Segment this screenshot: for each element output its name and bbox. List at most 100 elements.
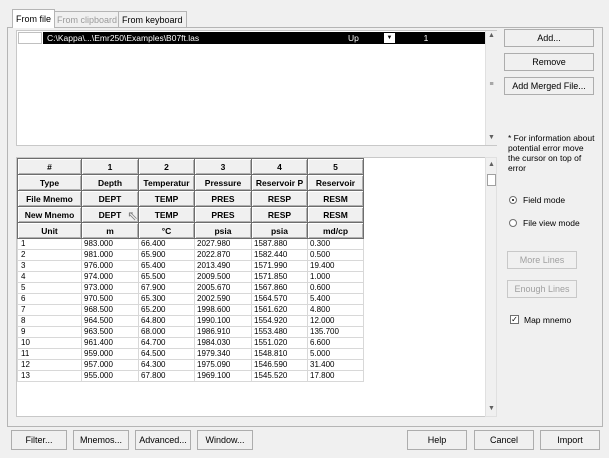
- column-type-cell[interactable]: Depth: [81, 174, 139, 191]
- table-cell[interactable]: 974.000: [81, 271, 139, 283]
- table-cell[interactable]: 0.600: [307, 282, 364, 294]
- table-row[interactable]: 4 974.000 65.500 2009.500 1571.850 1.000: [17, 271, 364, 283]
- scroll-up-icon[interactable]: ▲: [486, 32, 497, 39]
- table-cell[interactable]: 968.500: [81, 304, 139, 316]
- table-cell[interactable]: 5.400: [307, 293, 364, 305]
- table-cell[interactable]: 1561.620: [251, 304, 308, 316]
- table-cell[interactable]: 970.500: [81, 293, 139, 305]
- column-type-cell[interactable]: Temperatur: [138, 174, 195, 191]
- scroll-down-icon[interactable]: ▼: [486, 405, 497, 412]
- table-cell[interactable]: 2009.500: [194, 271, 252, 283]
- column-unit-cell[interactable]: psia: [251, 222, 308, 239]
- table-cell[interactable]: 66.400: [138, 238, 195, 250]
- table-cell[interactable]: 1990.100: [194, 315, 252, 327]
- table-cell[interactable]: 976.000: [81, 260, 139, 272]
- table-cell[interactable]: 1554.920: [251, 315, 308, 327]
- field-mode-radio[interactable]: [509, 196, 517, 204]
- column-file-mnemo-cell[interactable]: DEPT: [81, 190, 139, 207]
- table-row[interactable]: 2 981.000 65.900 2022.870 1582.440 0.500: [17, 249, 364, 261]
- column-unit-cell[interactable]: °C: [138, 222, 195, 239]
- table-cell[interactable]: 135.700: [307, 326, 364, 338]
- map-mnemo-checkbox[interactable]: ✓: [510, 315, 519, 324]
- more-lines-button[interactable]: More Lines: [507, 251, 577, 269]
- data-grid[interactable]: #1 2 3 4 5 Type Depth Temperatur Pressure Reservo…: [17, 158, 364, 382]
- table-cell[interactable]: 959.000: [81, 348, 139, 360]
- table-row[interactable]: 6 970.500 65.300 2002.590 1564.570 5.400: [17, 293, 364, 305]
- table-cell[interactable]: 1551.020: [251, 337, 308, 349]
- tab-from-clipboard[interactable]: From clipboard: [53, 11, 122, 27]
- table-cell[interactable]: 973.000: [81, 282, 139, 294]
- remove-button[interactable]: Remove: [504, 53, 594, 71]
- column-new-mnemo-cell[interactable]: RESP: [251, 206, 308, 223]
- table-cell[interactable]: 65.500: [138, 271, 195, 283]
- table-cell[interactable]: 983.000: [81, 238, 139, 250]
- column-file-mnemo-cell[interactable]: PRES: [194, 190, 252, 207]
- column-file-mnemo-cell[interactable]: TEMP: [138, 190, 195, 207]
- table-cell[interactable]: 65.200: [138, 304, 195, 316]
- file-list[interactable]: C:\Kappa\...\Emr250\Examples\B07ft.las U…: [16, 30, 497, 146]
- table-cell[interactable]: 2005.670: [194, 282, 252, 294]
- file-view-mode-radio[interactable]: [509, 219, 517, 227]
- table-row[interactable]: 10 961.400 64.700 1984.030 1551.020 6.600: [17, 337, 364, 349]
- cancel-button[interactable]: Cancel: [474, 430, 534, 450]
- enough-lines-button[interactable]: Enough Lines: [507, 280, 577, 298]
- scroll-thumb[interactable]: [487, 174, 496, 186]
- column-file-mnemo-cell[interactable]: RESM: [307, 190, 364, 207]
- table-cell[interactable]: 1571.990: [251, 260, 308, 272]
- table-cell[interactable]: 64.300: [138, 359, 195, 371]
- column-new-mnemo-cell[interactable]: RESM: [307, 206, 364, 223]
- dropdown-arrow-icon[interactable]: ▼: [384, 33, 395, 43]
- table-cell[interactable]: 65.400: [138, 260, 195, 272]
- column-unit-cell[interactable]: md/cp: [307, 222, 364, 239]
- table-cell[interactable]: 1969.100: [194, 370, 252, 382]
- table-row[interactable]: 3 976.000 65.400 2013.490 1571.990 19.400: [17, 260, 364, 272]
- table-cell[interactable]: 2013.490: [194, 260, 252, 272]
- table-cell[interactable]: 1571.850: [251, 271, 308, 283]
- table-cell[interactable]: 1.000: [307, 271, 364, 283]
- window-button[interactable]: Window...: [197, 430, 253, 450]
- column-new-mnemo-cell[interactable]: TEMP: [138, 206, 195, 223]
- table-cell[interactable]: 1587.880: [251, 238, 308, 250]
- direction-select[interactable]: Up: [348, 32, 359, 44]
- table-cell[interactable]: 2002.590: [194, 293, 252, 305]
- table-row[interactable]: 1 983.000 66.400 2027.980 1587.880 0.300: [17, 238, 364, 250]
- count-field[interactable]: 1: [398, 32, 454, 44]
- column-type-cell[interactable]: Pressure: [194, 174, 252, 191]
- table-cell[interactable]: 1545.520: [251, 370, 308, 382]
- table-cell[interactable]: 31.400: [307, 359, 364, 371]
- scroll-down-icon[interactable]: ▼: [486, 134, 497, 141]
- table-cell[interactable]: 64.800: [138, 315, 195, 327]
- table-cell[interactable]: 5.000: [307, 348, 364, 360]
- table-cell[interactable]: 981.000: [81, 249, 139, 261]
- table-cell[interactable]: 67.900: [138, 282, 195, 294]
- advanced-button[interactable]: Advanced...: [135, 430, 191, 450]
- add-merged-file-button[interactable]: Add Merged File...: [504, 77, 594, 95]
- table-cell[interactable]: 1548.810: [251, 348, 308, 360]
- file-list-scrollbar[interactable]: ▲ ≡ ▼: [485, 31, 497, 145]
- table-cell[interactable]: 1998.600: [194, 304, 252, 316]
- scroll-up-icon[interactable]: ▲: [486, 161, 497, 168]
- table-row[interactable]: 11 959.000 64.500 1979.340 1548.810 5.000: [17, 348, 364, 360]
- table-cell[interactable]: 955.000: [81, 370, 139, 382]
- table-cell[interactable]: 2022.870: [194, 249, 252, 261]
- tab-from-keyboard[interactable]: From keyboard: [118, 11, 187, 27]
- table-cell[interactable]: 67.800: [138, 370, 195, 382]
- column-type-cell[interactable]: Reservoir: [307, 174, 364, 191]
- table-cell[interactable]: 0.500: [307, 249, 364, 261]
- add-button[interactable]: Add...: [504, 29, 594, 47]
- mnemos-button[interactable]: Mnemos...: [73, 430, 129, 450]
- table-row[interactable]: 9 963.500 68.000 1986.910 1553.480 135.700: [17, 326, 364, 338]
- file-row-selector[interactable]: [18, 32, 42, 44]
- table-cell[interactable]: 1984.030: [194, 337, 252, 349]
- table-cell[interactable]: 19.400: [307, 260, 364, 272]
- column-file-mnemo-cell[interactable]: RESP: [251, 190, 308, 207]
- table-row[interactable]: 12 957.000 64.300 1975.090 1546.590 31.400: [17, 359, 364, 371]
- table-cell[interactable]: 6.600: [307, 337, 364, 349]
- tab-from-file[interactable]: From file: [12, 9, 56, 28]
- table-cell[interactable]: 963.500: [81, 326, 139, 338]
- table-cell[interactable]: 68.000: [138, 326, 195, 338]
- table-cell[interactable]: 1979.340: [194, 348, 252, 360]
- table-cell[interactable]: 1546.590: [251, 359, 308, 371]
- table-cell[interactable]: 0.300: [307, 238, 364, 250]
- table-row[interactable]: 13 955.000 67.800 1969.100 1545.520 17.800: [17, 370, 364, 382]
